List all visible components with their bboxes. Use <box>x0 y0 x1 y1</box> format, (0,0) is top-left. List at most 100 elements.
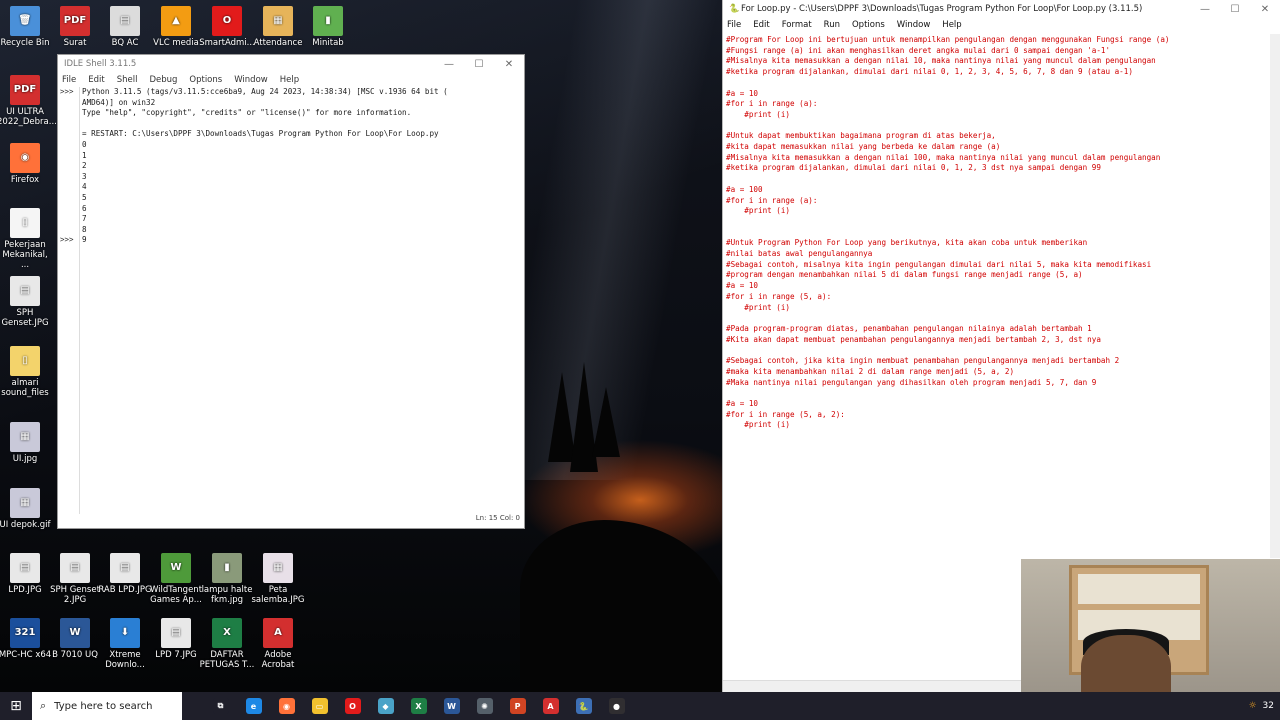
desktop-icon[interactable]: A Adobe Acrobat <box>250 618 306 670</box>
desktop-icon[interactable]: ▤ SPH Genset.JPG <box>0 276 53 328</box>
editor-menu-options[interactable]: Options <box>852 20 885 30</box>
desktop-icon[interactable]: ▤ SPH Genset 2.JPG <box>47 553 103 605</box>
taskbar-app-opera[interactable]: O <box>336 692 369 720</box>
minimize-icon[interactable]: — <box>1190 4 1220 15</box>
desktop-icon[interactable]: ▮ Minitab <box>300 6 356 48</box>
shell-menu-options[interactable]: Options <box>189 75 222 85</box>
shell-output[interactable]: Python 3.11.5 (tags/v3.11.5:cce6ba9, Aug… <box>82 87 518 514</box>
close-icon[interactable]: ✕ <box>494 59 524 70</box>
desktop-icon[interactable]: ▦ UI.jpg <box>0 422 53 464</box>
taskbar-app-edge[interactable]: e <box>237 692 270 720</box>
shell-titlebar[interactable]: IDLE Shell 3.11.5 — ☐ ✕ <box>58 55 524 73</box>
desktop-icon[interactable]: ▦ UI depok.gif <box>0 488 53 530</box>
taskbar-app-word[interactable]: W <box>435 692 468 720</box>
desktop-icon[interactable]: 🗑 Recycle Bin <box>0 6 53 48</box>
editor-menu-run[interactable]: Run <box>824 20 840 30</box>
editor-titlebar[interactable]: 🐍 For Loop.py - C:\Users\DPPF 3\Download… <box>723 0 1280 18</box>
desktop-icon[interactable]: ▲ VLC media <box>148 6 204 48</box>
desktop-icon[interactable]: ▤ RAB LPD.JPG <box>97 553 153 595</box>
shell-line: AMD64)] on win32 <box>82 97 156 107</box>
desktop-icon[interactable]: ▮ lampu halte fkm.jpg <box>199 553 255 605</box>
code-line: #Misalnya kita memasukkan a dengan nilai… <box>726 56 1156 66</box>
shell-menu-file[interactable]: File <box>62 75 76 85</box>
desktop-icon-label: SPH Genset 2.JPG <box>50 585 100 605</box>
shell-prompt <box>58 225 79 236</box>
taskbar-app-excel[interactable]: X <box>402 692 435 720</box>
code-line: #ketika program dijalankan, dimulai dari… <box>726 67 1133 77</box>
code-line: #a = 10 <box>726 398 759 408</box>
shell-menu-window[interactable]: Window <box>234 75 268 85</box>
shell-prompt <box>58 214 79 225</box>
desktop-icon[interactable]: PDF Surat <box>47 6 103 48</box>
file-icon: ▤ <box>161 618 191 648</box>
idle-shell-window[interactable]: IDLE Shell 3.11.5 — ☐ ✕ File Edit Shell … <box>57 54 525 529</box>
shell-line: 3 <box>82 171 87 181</box>
desktop-icon[interactable]: ▯ Pekerjaan Mekanikal, ... <box>0 208 53 270</box>
file-icon: PDF <box>60 6 90 36</box>
desktop-icon[interactable]: 321 MPC-HC x64 <box>0 618 53 660</box>
taskbar-app-app2[interactable]: ✺ <box>468 692 501 720</box>
shell-menu-shell[interactable]: Shell <box>117 75 138 85</box>
taskbar-app-taskview[interactable]: ⧉ <box>204 692 237 720</box>
taskbar-app-explorer[interactable]: ▭ <box>303 692 336 720</box>
code-line: #Untuk dapat membuktikan bagaimana progr… <box>726 131 996 141</box>
editor-menu-edit[interactable]: Edit <box>753 20 769 30</box>
desktop-icon-label: SPH Genset.JPG <box>1 308 49 328</box>
taskbar-app-powerpoint[interactable]: P <box>501 692 534 720</box>
desktop-icon[interactable]: ▤ BQ AC <box>97 6 153 48</box>
code-line: #for i in range (5, a, 2): <box>726 409 845 419</box>
shell-menu-debug[interactable]: Debug <box>149 75 177 85</box>
taskbar-app-acrobat[interactable]: A <box>534 692 567 720</box>
file-icon: ▯ <box>10 346 40 376</box>
word-icon: W <box>443 698 460 714</box>
minimize-icon[interactable]: — <box>434 59 464 70</box>
shell-prompt <box>58 108 79 119</box>
desktop-icon[interactable]: W WildTangent Games Ap... <box>148 553 204 605</box>
shell-menu-help[interactable]: Help <box>280 75 299 85</box>
close-icon[interactable]: ✕ <box>1250 4 1280 15</box>
desktop-icon[interactable]: ◉ Firefox <box>0 143 53 185</box>
search-icon: ⌕ <box>40 699 47 712</box>
editor-menu-help[interactable]: Help <box>942 20 961 30</box>
maximize-icon[interactable]: ☐ <box>1220 4 1250 15</box>
file-icon: W <box>60 618 90 648</box>
taskbar-app-app[interactable]: ◆ <box>369 692 402 720</box>
tray-text: 32 <box>1262 701 1274 711</box>
desktop-icon[interactable]: ▯ almari sound_files <box>0 346 53 398</box>
maximize-icon[interactable]: ☐ <box>464 59 494 70</box>
code-line: #Misalnya kita memasukkan a dengan nilai… <box>726 152 1161 162</box>
editor-menu-format[interactable]: Format <box>782 20 812 30</box>
desktop-icon[interactable]: W B 7010 UQ <box>47 618 103 660</box>
taskbar-app-firefox[interactable]: ◉ <box>270 692 303 720</box>
windows-start-icon[interactable]: ⊞ <box>0 692 32 720</box>
file-icon: ▤ <box>110 6 140 36</box>
file-icon: ▮ <box>212 553 242 583</box>
shell-menu-edit[interactable]: Edit <box>88 75 104 85</box>
editor-menu-window[interactable]: Window <box>897 20 931 30</box>
desktop-icon[interactable]: PDF UI ULTRA 2022_Debra... <box>0 75 57 127</box>
desktop-icon[interactable]: O SmartAdmi... <box>199 6 255 48</box>
editor-vertical-scrollbar[interactable] <box>1270 34 1280 558</box>
desktop-icon-label: DAFTAR PETUGAS T... <box>199 650 255 670</box>
code-line: #Program For Loop ini bertujuan untuk me… <box>726 35 1170 44</box>
desktop-icon[interactable]: ⬇ Xtreme Downlo... <box>97 618 153 670</box>
file-icon: PDF <box>10 75 40 105</box>
tray-app-icon[interactable]: ☼ <box>1248 701 1256 711</box>
taskbar-search[interactable]: ⌕ Type here to search <box>32 692 182 720</box>
desktop-icon[interactable]: ▦ Attendance <box>250 6 306 48</box>
desktop-icon[interactable]: ▦ Peta salemba.JPG <box>250 553 306 605</box>
editor-menu-file[interactable]: File <box>727 20 741 30</box>
desktop-icon[interactable]: ▤ LPD 7.JPG <box>148 618 204 660</box>
taskbar-app-obs[interactable]: ● <box>600 692 633 720</box>
desktop-icon[interactable]: ▤ LPD.JPG <box>0 553 53 595</box>
python-icon: 🐍 <box>729 4 740 14</box>
shell-line: 9 <box>82 235 87 245</box>
taskbar-app-idle[interactable]: 🐍 <box>567 692 600 720</box>
desktop-icon[interactable]: X DAFTAR PETUGAS T... <box>199 618 255 670</box>
app2-icon: ✺ <box>476 698 493 714</box>
